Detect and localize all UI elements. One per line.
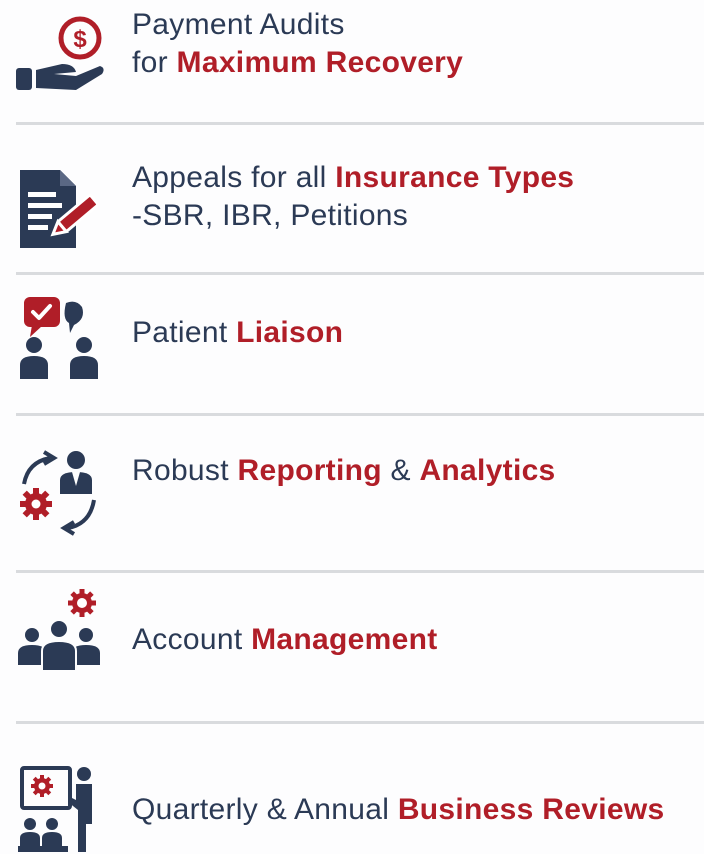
service-title-highlight-2: Analytics [419,454,556,487]
divider [16,122,704,125]
team-gear-icon [14,589,104,679]
service-title-highlight: Management [251,623,438,656]
divider [16,721,704,724]
service-title: Account Management [132,623,438,656]
service-title-highlight: Business Reviews [397,793,665,826]
divider [16,413,704,416]
service-title: Appeals for all Insurance Types -SBR, IB… [132,161,575,232]
presentation-icon [14,764,104,854]
service-title-highlight: Insurance Types [335,161,575,194]
service-title-highlight: Maximum Recovery [176,46,464,79]
divider [16,272,704,275]
service-title-highlight: Reporting [237,454,382,487]
service-title: Quarterly & Annual Business Reviews [132,793,665,826]
analytics-cycle-icon [14,448,104,538]
service-subtitle: -SBR, IBR, Petitions [132,199,409,232]
dollar-hand-icon: $ [14,8,104,98]
service-title: Robust Reporting & Analytics [132,454,556,487]
service-title: Patient Liaison [132,316,344,349]
service-title: Payment Audits for Maximum Recovery [132,8,464,79]
service-title-highlight: Liaison [236,316,344,349]
svg-text:$: $ [73,26,87,53]
chat-people-icon [14,293,104,383]
document-pen-icon [14,162,104,252]
divider [16,570,704,573]
